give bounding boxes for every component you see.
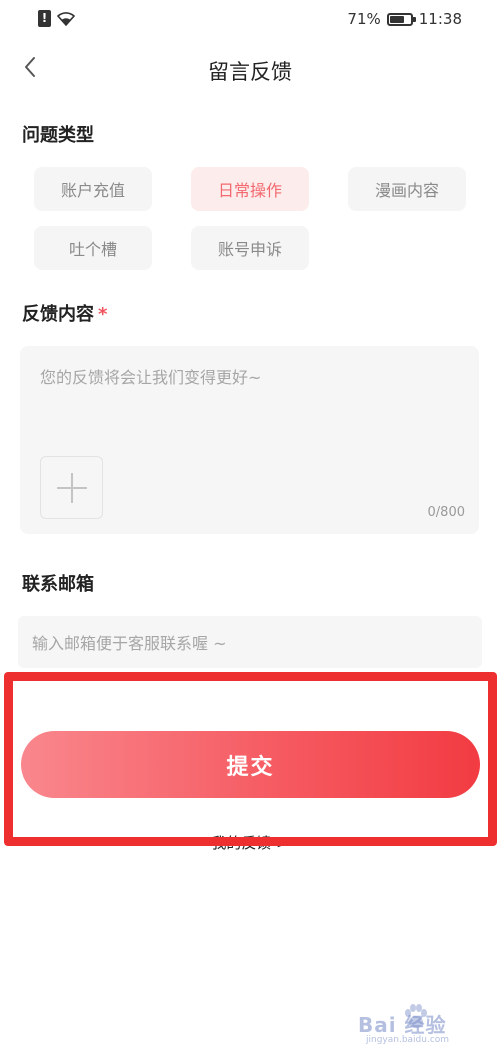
status-right: 71% 11:38 — [347, 10, 462, 28]
sim-alert-icon — [38, 10, 51, 27]
feedback-title-text: 反馈内容 — [22, 304, 94, 325]
watermark: Bai 经验 jingyan.baidu.com — [358, 995, 478, 1051]
submit-button[interactable]: 提交 — [21, 731, 480, 798]
nav-bar: 留言反馈 — [0, 44, 500, 94]
chip-comic-content[interactable]: 漫画内容 — [348, 167, 466, 211]
wifi-icon — [57, 11, 75, 26]
battery-percent: 71% — [347, 10, 381, 28]
chip-account-appeal[interactable]: 账号申诉 — [191, 226, 309, 270]
status-bar: 71% 11:38 — [0, 0, 500, 40]
required-mark: * — [98, 304, 108, 325]
char-counter: 0/800 — [427, 505, 465, 520]
chip-complain[interactable]: 吐个槽 — [34, 226, 152, 270]
status-left — [38, 10, 75, 27]
email-field[interactable]: 输入邮箱便于客服联系喔 ~ — [18, 616, 482, 668]
watermark-url: jingyan.baidu.com — [366, 1035, 450, 1045]
page-title: 留言反馈 — [208, 60, 292, 84]
feedback-textarea[interactable]: 您的反馈将会让我们变得更好~ 0/800 — [20, 346, 479, 534]
chip-account-recharge[interactable]: 账户充值 — [34, 167, 152, 211]
plus-icon — [57, 473, 87, 503]
add-image-button[interactable] — [40, 456, 103, 519]
chip-daily-operation[interactable]: 日常操作 — [191, 167, 309, 211]
issue-type-title: 问题类型 — [22, 125, 94, 146]
email-title: 联系邮箱 — [22, 574, 94, 595]
clock: 11:38 — [418, 10, 462, 28]
feedback-title: 反馈内容 * — [22, 300, 107, 326]
battery-fill — [389, 15, 404, 23]
feedback-placeholder: 您的反馈将会让我们变得更好~ — [40, 368, 262, 387]
battery-icon — [386, 12, 416, 26]
watermark-text: Bai 经验 — [358, 1013, 447, 1037]
email-placeholder: 输入邮箱便于客服联系喔 ~ — [32, 634, 227, 653]
